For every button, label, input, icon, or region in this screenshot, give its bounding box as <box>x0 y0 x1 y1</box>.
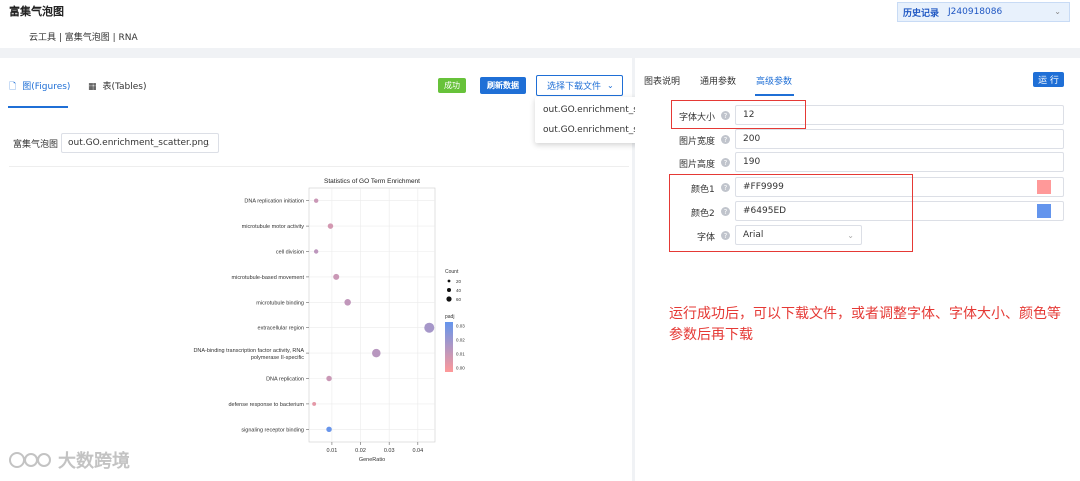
data-point <box>333 273 340 280</box>
refresh-button[interactable]: 刷新数据 <box>480 77 526 94</box>
tab-active-indicator <box>8 106 68 108</box>
color-legend-label: 0.01 <box>456 352 465 357</box>
highlight-box-colors-font <box>669 174 913 252</box>
size-legend-dot <box>447 279 451 283</box>
data-point <box>312 401 317 406</box>
y-tick-label: defense response to bacterium <box>228 402 304 408</box>
watermark-text: 大数跨境 <box>58 451 130 472</box>
history-select[interactable]: 历史记录 J240918086 ⌄ <box>897 2 1070 22</box>
x-axis-label: GeneRatio <box>359 457 385 463</box>
highlight-box-font-size <box>671 100 806 129</box>
y-tick-label: DNA-binding transcription factor activit… <box>193 348 304 354</box>
x-tick-label: 0.01 <box>327 448 338 454</box>
help-icon[interactable]: ? <box>721 158 730 167</box>
chart-title: Statistics of GO Term Enrichment <box>324 178 420 185</box>
annotation-text: 运行成功后，可以下载文件，或者调整字体、字体大小、颜色等参数后再下载 <box>669 306 1061 343</box>
size-legend-label: 40 <box>456 288 462 293</box>
tab-figures[interactable]: 🗋 图(Figures) <box>9 79 70 95</box>
history-label: 历史记录 <box>903 8 940 19</box>
tab-tables[interactable]: ▦ 表(Tables) <box>88 79 147 92</box>
color-legend-label: 0.00 <box>456 366 465 371</box>
data-point <box>327 223 334 229</box>
size-legend-dot <box>447 288 451 292</box>
size-legend-dot <box>446 296 452 302</box>
breadcrumb: 云工具 | 富集气泡图 | RNA <box>29 33 138 43</box>
tab-advanced-params[interactable]: 高级参数 <box>756 74 792 87</box>
param-width-label: 图片宽度 <box>679 137 716 147</box>
y-tick-label: cell division <box>276 250 304 256</box>
run-button[interactable]: 运 行 <box>1033 72 1064 87</box>
history-value: J240918086 <box>948 7 1003 17</box>
image-width-input[interactable]: 200 <box>735 129 1064 149</box>
figure-select-value: out.GO.enrichment_scatter.png <box>68 138 209 148</box>
x-tick-label: 0.04 <box>412 448 423 454</box>
download-label: 选择下载文件 <box>547 82 602 92</box>
color-legend-label: 0.02 <box>456 338 465 343</box>
data-point <box>326 375 332 382</box>
chevron-down-icon: ⌄ <box>204 138 211 148</box>
tab-general-params[interactable]: 通用参数 <box>700 74 736 87</box>
color1-swatch[interactable] <box>1037 180 1051 194</box>
watermark: 大数跨境 <box>8 447 130 473</box>
data-point <box>372 348 381 358</box>
data-point <box>344 299 351 306</box>
data-point <box>313 249 319 254</box>
param-height-label: 图片高度 <box>679 160 716 170</box>
page-title: 富集气泡图 <box>9 5 64 18</box>
help-icon[interactable]: ? <box>721 135 730 144</box>
data-point <box>424 322 435 333</box>
size-legend-title: Count <box>445 269 459 275</box>
bubble-chart: 0.01 0.02 0.03 0.04 Statistics of GO Term En… <box>193 178 465 463</box>
color-legend-label: 0.03 <box>456 324 465 329</box>
success-badge: 成功 <box>438 78 466 93</box>
chevron-down-icon: ⌄ <box>1054 7 1061 16</box>
y-tick-label: microtubule binding <box>256 300 304 306</box>
watermark-logo-icon <box>9 452 51 468</box>
top-bar: 富集气泡图 云工具 | 富集气泡图 | RNA 历史记录 J240918086 … <box>0 0 1080 48</box>
y-tick-label: signaling receptor binding <box>241 427 304 433</box>
color-legend-title: padj <box>445 314 454 320</box>
tab-tables-label: 表(Tables) <box>102 82 147 92</box>
color2-swatch[interactable] <box>1037 204 1051 218</box>
data-point <box>313 198 319 203</box>
y-tick-label: DNA replication initiation <box>244 199 304 205</box>
document-icon: 🗋 <box>9 82 17 92</box>
tab-active-indicator <box>755 94 794 96</box>
color-legend-bar <box>445 322 453 372</box>
y-tick-label-cont: polymerase II-specific <box>251 355 304 361</box>
table-icon: ▦ <box>88 82 97 92</box>
image-height-input[interactable]: 190 <box>735 152 1064 172</box>
y-tick-label: microtubule-based movement <box>232 275 305 281</box>
plot-area: 0.01 0.02 0.03 0.04 Statistics of GO Term En… <box>9 166 629 473</box>
figure-select[interactable]: out.GO.enrichment_scatter.png ⌄ <box>61 133 219 153</box>
tab-chart-description[interactable]: 图表说明 <box>644 74 680 87</box>
figure-select-label: 富集气泡图 <box>13 140 59 150</box>
y-tick-label: DNA replication <box>266 377 304 383</box>
chevron-down-icon: ⌄ <box>607 81 614 90</box>
x-tick-label: 0.03 <box>384 448 395 454</box>
x-tick-label: 0.02 <box>355 448 366 454</box>
data-point <box>326 426 332 433</box>
y-tick-label: extracellular region <box>258 326 304 332</box>
tab-figures-label: 图(Figures) <box>22 82 71 92</box>
download-file-select[interactable]: 选择下载文件 ⌄ <box>536 75 623 96</box>
size-legend-label: 20 <box>456 279 462 284</box>
y-tick-label: microtubule motor activity <box>242 224 305 230</box>
size-legend-label: 60 <box>456 297 462 302</box>
